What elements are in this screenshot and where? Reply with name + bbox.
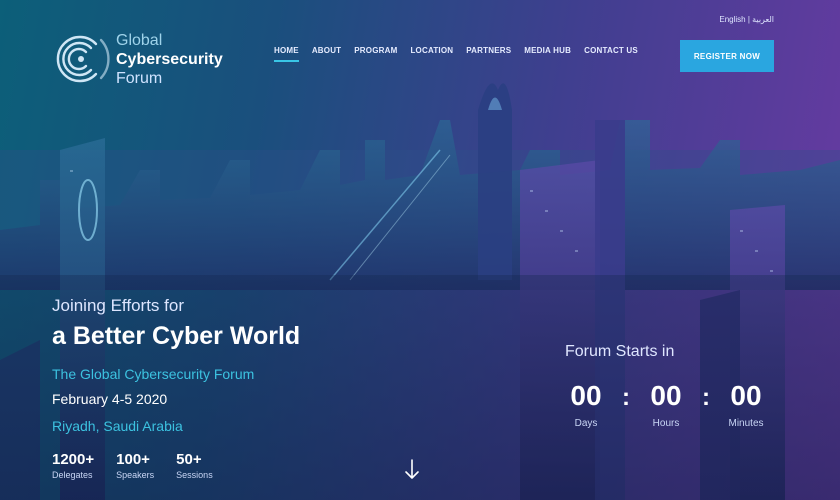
stat-value: 1200+ — [52, 451, 95, 468]
stat-sessions: 50+ Sessions — [176, 451, 213, 480]
countdown-title: Forum Starts in — [565, 343, 675, 360]
language-switch[interactable]: English | العربية — [719, 15, 774, 24]
countdown-value: 00 — [730, 380, 762, 411]
forum-name: The Global Cybersecurity Forum — [52, 366, 255, 382]
countdown-label: Days — [574, 418, 598, 429]
nav-partners[interactable]: PARTNERS — [466, 46, 511, 62]
logo-line-3: Forum — [116, 69, 163, 87]
main-nav: HOME ABOUT PROGRAM LOCATION PARTNERS MED… — [274, 46, 638, 62]
stat-label: Delegates — [52, 470, 93, 480]
nav-program[interactable]: PROGRAM — [354, 46, 397, 62]
countdown-timer: 00 Days : 00 Hours : 00 Minutes — [558, 380, 774, 429]
site-logo[interactable]: Global Cybersecurity Forum — [52, 30, 223, 88]
nav-location[interactable]: LOCATION — [410, 46, 453, 62]
arrow-down-icon[interactable] — [404, 458, 420, 482]
countdown-hours: 00 Hours — [638, 380, 694, 429]
countdown-value: 00 — [650, 380, 682, 411]
logo-line-1: Global — [116, 31, 163, 49]
tagline-line-2: a Better Cyber World — [52, 322, 301, 350]
stat-value: 50+ — [176, 451, 202, 468]
stat-speakers: 100+ Speakers — [116, 451, 154, 480]
logo-line-2: Cybersecurity — [116, 50, 223, 68]
stat-label: Sessions — [176, 470, 213, 480]
countdown-value: 00 — [570, 380, 602, 411]
stat-label: Speakers — [116, 470, 155, 480]
nav-media-hub[interactable]: MEDIA HUB — [524, 46, 571, 62]
countdown-separator: : — [622, 384, 630, 411]
countdown-label: Hours — [652, 418, 680, 429]
event-stats: 1200+ Delegates 100+ Speakers 50+ Sessio… — [52, 451, 213, 480]
nav-home[interactable]: HOME — [274, 46, 299, 62]
register-now-button[interactable]: REGISTER NOW — [680, 40, 774, 72]
hero-section: English | العربية Global Cybersecurity F… — [0, 0, 840, 500]
countdown-minutes: 00 Minutes — [718, 380, 774, 429]
stat-delegates: 1200+ Delegates — [52, 451, 94, 480]
event-location: Riyadh, Saudi Arabia — [52, 418, 183, 434]
nav-about[interactable]: ABOUT — [312, 46, 341, 62]
countdown-label: Minutes — [728, 418, 764, 429]
logo-mark-icon — [56, 35, 110, 83]
nav-contact-us[interactable]: CONTACT US — [584, 46, 638, 62]
event-date: February 4-5 2020 — [52, 391, 168, 407]
stat-value: 100+ — [116, 451, 150, 468]
tagline-line-1: Joining Efforts for — [52, 296, 184, 315]
countdown-separator: : — [702, 384, 710, 411]
countdown-days: 00 Days — [558, 380, 614, 429]
logo-text: Global Cybersecurity Forum — [116, 31, 223, 88]
